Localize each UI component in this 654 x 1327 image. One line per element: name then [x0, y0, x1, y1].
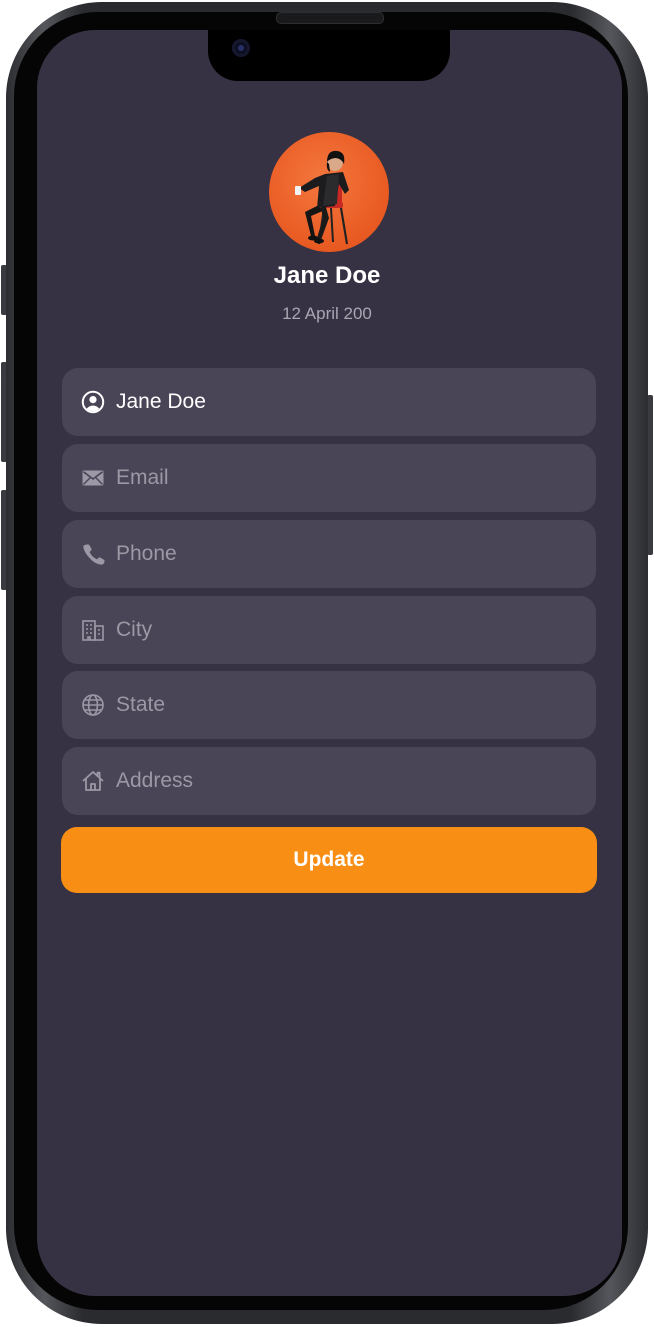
state-field[interactable] [62, 671, 596, 739]
phone-icon [80, 541, 106, 567]
globe-icon [80, 692, 106, 718]
house-icon [80, 768, 106, 794]
envelope-icon [80, 465, 106, 491]
avatar-photo [295, 150, 349, 245]
building-icon [80, 617, 106, 643]
address-input[interactable] [116, 747, 596, 815]
profile-birth-date: 12 April 200 [282, 304, 372, 323]
address-field[interactable] [62, 747, 596, 815]
person-circle-icon [80, 389, 106, 415]
front-camera [232, 39, 250, 57]
name-input[interactable] [116, 368, 596, 436]
city-input[interactable] [116, 596, 596, 664]
update-button[interactable]: Update [61, 827, 597, 893]
state-input[interactable] [116, 671, 596, 739]
earpiece-speaker [276, 12, 384, 24]
email-input[interactable] [116, 444, 596, 512]
name-field[interactable] [62, 368, 596, 436]
email-field[interactable] [62, 444, 596, 512]
profile-name: Jane Doe [273, 262, 381, 289]
city-field[interactable] [62, 596, 596, 664]
phone-input[interactable] [116, 520, 596, 588]
avatar[interactable] [269, 132, 389, 252]
phone-field[interactable] [62, 520, 596, 588]
